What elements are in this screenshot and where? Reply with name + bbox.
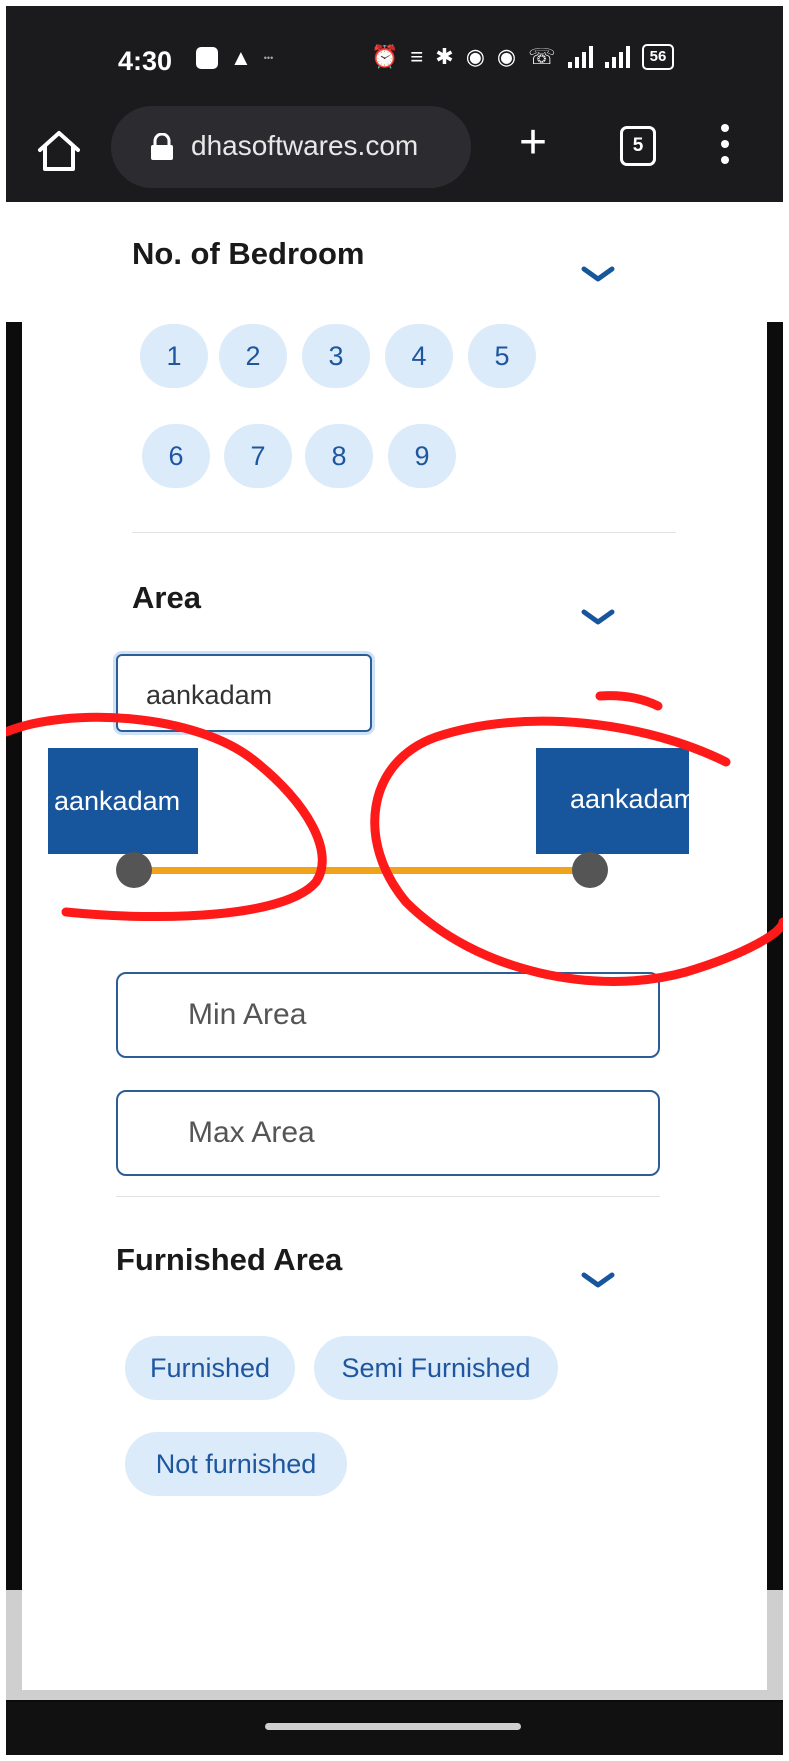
min-area-input[interactable] [116,972,660,1058]
mosque-icon: ▲ [230,45,252,70]
vibrate-icon: ≡ [410,44,424,69]
lock-icon [151,133,173,160]
range-max-handle[interactable] [572,852,608,888]
range-max-label: aankadam [570,784,689,814]
bedroom-section-title: No. of Bedroom [132,236,365,271]
location-icon: ◉ [465,44,485,69]
address-bar[interactable]: dhasoftwares.com [111,106,471,188]
home-icon[interactable] [34,126,84,176]
range-min-tooltip: aankadam [48,748,198,854]
area-unit-select[interactable]: aankadam [116,654,372,732]
section-divider [116,1196,660,1197]
bedroom-option-8[interactable]: 8 [305,424,373,488]
tab-switcher-button[interactable]: 5 [620,126,656,166]
filter-panel: No. of Bedroom 1 2 3 4 5 6 7 8 9 Area aa… [22,202,767,1690]
chevron-down-icon[interactable] [580,1270,616,1290]
phone-screen: 4:30 ▲ ••• ⏰ ≡ ✱ ◉ ◉ ☏ 56 dhasoftwares.c… [6,6,783,1755]
notification-icons: ▲ ••• [196,46,273,70]
browser-toolbar: dhasoftwares.com + 5 [6,100,783,202]
chevron-down-icon[interactable] [580,264,616,284]
bedroom-option-3[interactable]: 3 [302,324,370,388]
chevron-down-icon[interactable] [580,607,616,627]
area-section-title: Area [132,580,201,615]
max-area-input[interactable] [116,1090,660,1176]
wifi-icon: ◉ [496,44,517,69]
bedroom-option-6[interactable]: 6 [142,424,210,488]
range-track[interactable] [134,867,592,874]
wifi-calling-icon: ☏ [528,44,556,69]
system-icons: ⏰ ≡ ✱ ◉ ◉ ☏ 56 [371,44,675,70]
furnished-option[interactable]: Furnished [125,1336,295,1400]
web-page: No. of Bedroom 1 2 3 4 5 6 7 8 9 Area aa… [6,202,783,1702]
bedroom-option-4[interactable]: 4 [385,324,453,388]
range-min-handle[interactable] [116,852,152,888]
furnished-section-title: Furnished Area [116,1242,343,1277]
gesture-handle[interactable] [265,1723,521,1730]
data-speed-icon: ••• [263,53,274,63]
signal-icon-2 [604,46,630,68]
bluetooth-icon: ✱ [435,44,454,69]
alarm-icon: ⏰ [371,44,399,69]
not-furnished-option[interactable]: Not furnished [125,1432,347,1496]
battery-icon: 56 [641,44,675,70]
bedroom-option-2[interactable]: 2 [219,324,287,388]
url-text: dhasoftwares.com [191,130,419,161]
bedroom-option-1[interactable]: 1 [140,324,208,388]
more-menu-icon[interactable] [720,124,730,168]
bedroom-option-9[interactable]: 9 [388,424,456,488]
range-max-tooltip: aankadam [536,748,689,854]
section-divider [132,532,676,533]
signal-icon [567,46,593,68]
new-tab-button[interactable]: + [519,118,547,168]
status-time: 4:30 [118,46,173,76]
bedroom-option-5[interactable]: 5 [468,324,536,388]
app-notification-icon [196,47,218,69]
status-bar: 4:30 ▲ ••• ⏰ ≡ ✱ ◉ ◉ ☏ 56 [6,6,783,100]
semi-furnished-option[interactable]: Semi Furnished [314,1336,558,1400]
bedroom-option-7[interactable]: 7 [224,424,292,488]
